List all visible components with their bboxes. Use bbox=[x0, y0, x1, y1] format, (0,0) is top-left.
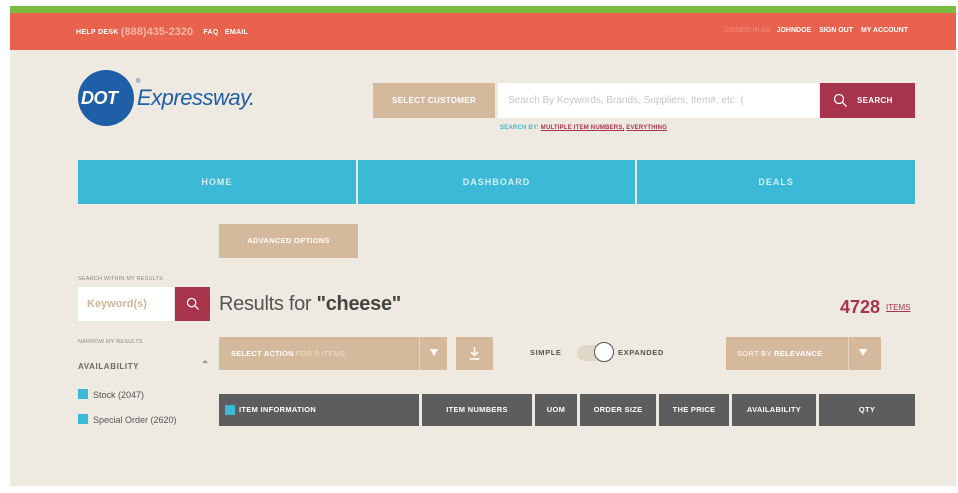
dropdown-divider bbox=[848, 337, 849, 370]
select-customer-button[interactable]: SELECT CUSTOMER bbox=[373, 83, 495, 118]
availability-filter-heading[interactable]: AVAILABILITY ⌃ bbox=[78, 360, 212, 371]
results-table-header: ITEM INFORMATION ITEM NUMBERS UOM ORDER … bbox=[219, 394, 915, 426]
main-nav: HOME DASHBOARD DEALS bbox=[78, 160, 916, 204]
select-action-suffix: FOR 0 ITEMS bbox=[296, 349, 346, 358]
logo-badge-text: DOT bbox=[81, 88, 118, 108]
results-count: 4728 bbox=[840, 297, 881, 317]
select-action-label: SELECT ACTION bbox=[231, 349, 294, 358]
email-link[interactable]: EMAIL bbox=[225, 29, 248, 36]
filter-label: Stock (2047) bbox=[93, 390, 145, 400]
search-by-separator: , bbox=[622, 125, 625, 131]
results-prefix: Results for bbox=[219, 293, 317, 315]
results-count-unit: ITEMS bbox=[886, 303, 911, 312]
search-input[interactable]: Search By Keywords, Brands, Suppliers, I… bbox=[498, 83, 819, 118]
helpdesk-phone[interactable]: (888)435-2320 bbox=[121, 26, 193, 38]
view-expanded-label[interactable]: EXPANDED bbox=[618, 348, 664, 357]
signed-in-label: SIGNED IN AS bbox=[723, 27, 771, 34]
filter-checkbox[interactable] bbox=[78, 414, 88, 424]
page: HELP DESK (888)435-2320 FAQ EMAIL SIGNED… bbox=[10, 6, 956, 486]
dot-expressway-logo[interactable]: DOT ® Expressway. bbox=[78, 70, 278, 128]
search-by-options: SEARCH BY: MULTIPLE ITEM NUMBERS, EVERYT… bbox=[500, 125, 667, 131]
search-by-label: SEARCH BY: bbox=[500, 125, 539, 131]
sign-out-link[interactable]: SIGN OUT bbox=[819, 27, 853, 34]
narrow-results-label: NARROW MY RESULTS bbox=[78, 339, 143, 345]
results-title: Results for "cheese" bbox=[219, 293, 401, 316]
col-item-numbers[interactable]: ITEM NUMBERS bbox=[422, 394, 532, 426]
col-qty[interactable]: QTY bbox=[819, 394, 915, 426]
dropdown-divider bbox=[419, 337, 420, 370]
search-by-multiple-link[interactable]: MULTIPLE ITEM NUMBERS bbox=[541, 125, 623, 131]
chevron-down-icon bbox=[859, 349, 867, 356]
search-by-everything-link[interactable]: EVERYTHING bbox=[626, 125, 667, 131]
chevron-down-icon bbox=[430, 349, 438, 356]
download-icon bbox=[469, 347, 480, 360]
nav-home[interactable]: HOME bbox=[78, 160, 358, 204]
sort-text: SORT BY RELEVANCE bbox=[737, 337, 822, 370]
keyword-search-button[interactable] bbox=[175, 287, 210, 321]
filter-stock[interactable]: Stock (2047) bbox=[78, 389, 144, 400]
search-within-label: SEARCH WITHIN MY RESULTS bbox=[78, 276, 163, 282]
col-availability[interactable]: AVAILABILITY bbox=[732, 394, 816, 426]
column-label: ITEM INFORMATION bbox=[239, 405, 317, 414]
search-icon bbox=[833, 93, 847, 107]
select-all-checkbox[interactable] bbox=[225, 405, 235, 415]
my-account-link[interactable]: MY ACCOUNT bbox=[861, 27, 908, 34]
sort-prefix: SORT BY bbox=[737, 349, 772, 358]
search-icon bbox=[186, 297, 200, 311]
top-bar: HELP DESK (888)435-2320 FAQ EMAIL SIGNED… bbox=[10, 13, 956, 50]
sort-dropdown[interactable]: SORT BY RELEVANCE bbox=[726, 337, 881, 370]
col-uom[interactable]: UOM bbox=[535, 394, 577, 426]
search-button[interactable]: SEARCH bbox=[820, 83, 915, 118]
results-query: "cheese" bbox=[316, 293, 402, 315]
nav-dashboard[interactable]: DASHBOARD bbox=[357, 160, 638, 204]
faq-link[interactable]: FAQ bbox=[203, 29, 218, 36]
download-button[interactable] bbox=[456, 337, 493, 370]
select-action-dropdown[interactable]: SELECT ACTION FOR 0 ITEMS bbox=[219, 337, 447, 370]
top-accent-strip bbox=[10, 6, 956, 13]
view-simple-label[interactable]: SIMPLE bbox=[530, 348, 562, 357]
view-toggle-knob[interactable] bbox=[594, 342, 614, 362]
filter-label: Special Order (2620) bbox=[93, 415, 177, 425]
col-price[interactable]: THE PRICE bbox=[659, 394, 729, 426]
col-order-size[interactable]: ORDER SIZE bbox=[580, 394, 656, 426]
availability-heading-label: AVAILABILITY bbox=[78, 362, 140, 371]
filter-checkbox[interactable] bbox=[78, 389, 88, 399]
top-bar-left: HELP DESK (888)435-2320 FAQ EMAIL bbox=[76, 26, 248, 38]
logo-wordmark: Expressway. bbox=[137, 85, 255, 110]
top-bar-right: SIGNED IN AS JOHNDOE SIGN OUT MY ACCOUNT bbox=[724, 27, 908, 34]
select-action-text: SELECT ACTION FOR 0 ITEMS bbox=[231, 337, 345, 370]
helpdesk-label: HELP DESK bbox=[76, 29, 119, 36]
nav-deals[interactable]: DEALS bbox=[637, 160, 916, 204]
advanced-options-button[interactable]: ADVANCED OPTIONS bbox=[219, 224, 358, 258]
sort-value: RELEVANCE bbox=[774, 349, 823, 358]
chevron-up-icon[interactable]: ⌃ bbox=[201, 360, 210, 371]
username: JOHNDOE bbox=[776, 27, 812, 34]
keyword-input[interactable]: Keyword(s) bbox=[78, 287, 174, 321]
filter-special-order[interactable]: Special Order (2620) bbox=[78, 414, 177, 425]
search-button-label: SEARCH bbox=[857, 96, 893, 105]
col-item-information[interactable]: ITEM INFORMATION bbox=[219, 394, 419, 426]
